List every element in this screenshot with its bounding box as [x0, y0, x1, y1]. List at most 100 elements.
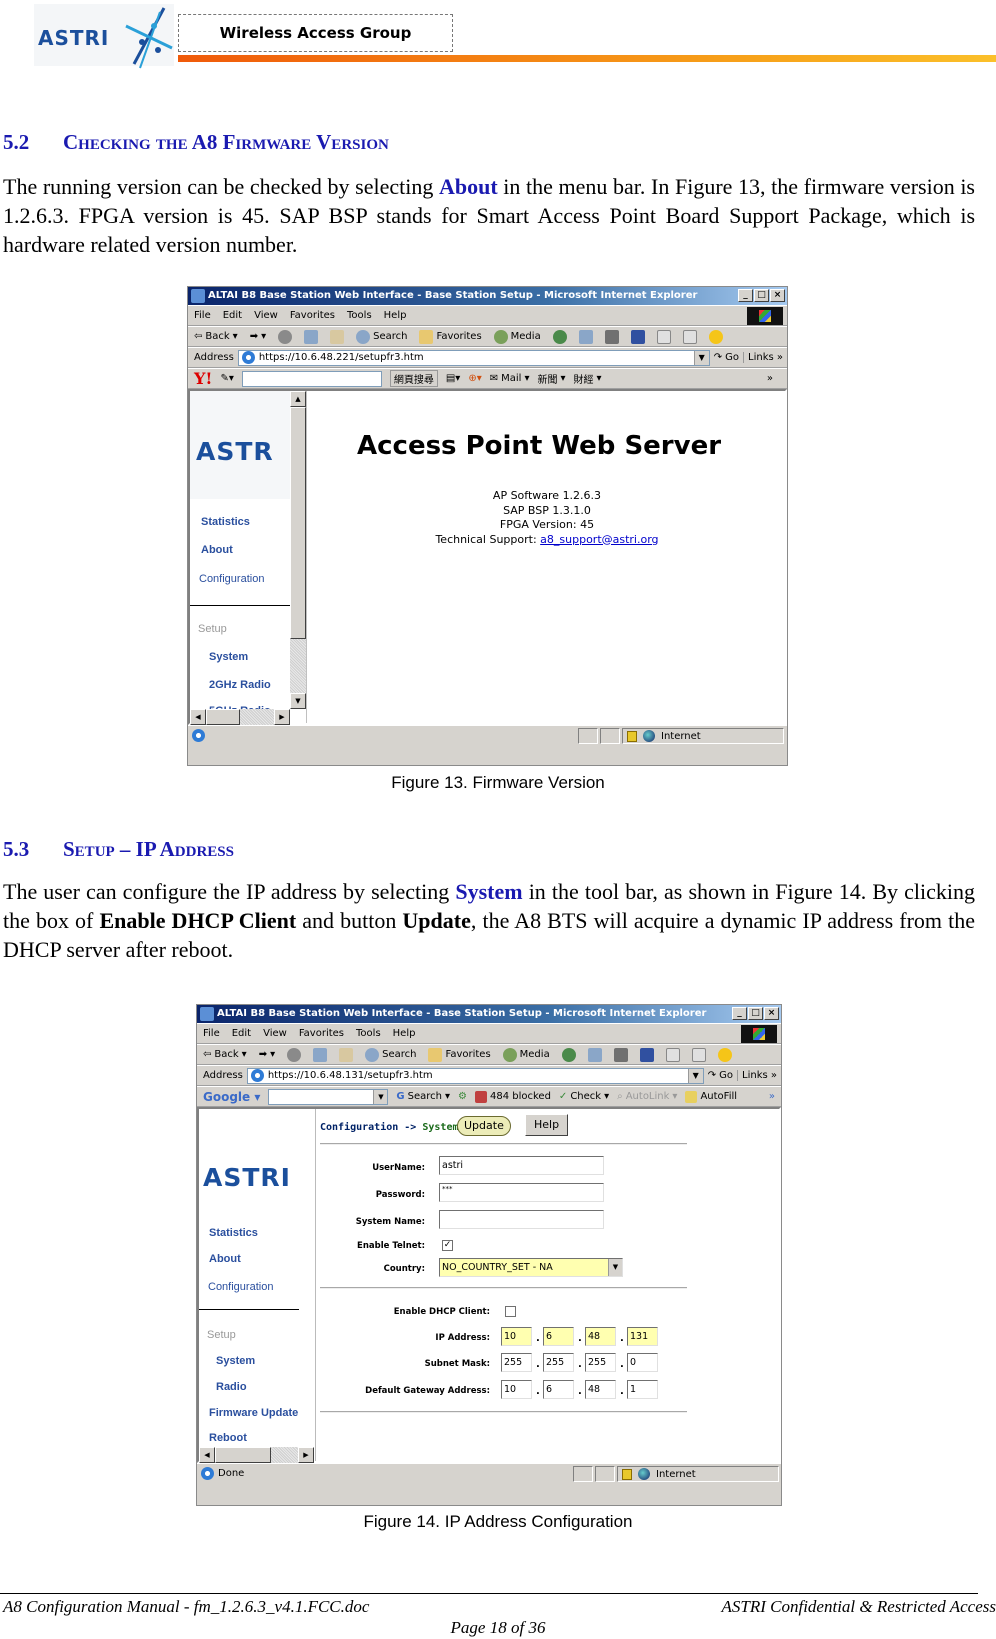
history-icon[interactable] [561, 1047, 576, 1062]
mask-octet-2[interactable]: 255 [543, 1353, 574, 1372]
nav-statistics[interactable]: Statistics [209, 1227, 258, 1239]
popup-blocker[interactable]: 484 blocked [474, 1090, 551, 1103]
search-button[interactable]: Search [356, 329, 407, 344]
country-select[interactable]: NO_COUNTRY_SET - NA ▼ [439, 1258, 623, 1277]
edit-icon[interactable] [665, 1047, 680, 1062]
address-dropdown[interactable]: ▼ [693, 350, 709, 365]
system-name-input[interactable] [439, 1210, 604, 1229]
menu-view[interactable]: View [263, 1028, 287, 1039]
edit-icon[interactable] [656, 329, 671, 344]
menu-edit[interactable]: Edit [232, 1028, 251, 1039]
layout-icon[interactable]: ▤▾ [446, 373, 460, 384]
google-search-button[interactable]: G Search ▾ [396, 1091, 450, 1102]
enable-telnet-checkbox[interactable]: ✓ [442, 1240, 453, 1251]
address-input[interactable]: https://10.6.48.221/setupfr3.htm ▼ [237, 349, 710, 366]
username-input[interactable]: astri [439, 1156, 604, 1175]
ip-octet-2[interactable]: 6 [543, 1327, 574, 1346]
scroll-down-icon[interactable]: ▼ [290, 693, 306, 709]
menu-favorites[interactable]: Favorites [299, 1028, 344, 1039]
menu-help[interactable]: Help [393, 1028, 416, 1039]
refresh-icon[interactable] [313, 1047, 328, 1062]
mask-octet-4[interactable]: 0 [627, 1353, 658, 1372]
back-button[interactable]: ⇦ Back ▾ [203, 1049, 247, 1060]
scroll-up-icon[interactable]: ▲ [290, 391, 306, 407]
close-button[interactable]: × [764, 1007, 779, 1020]
nav-2ghz-radio[interactable]: 2GHz Radio [209, 679, 271, 691]
mail-icon[interactable] [587, 1047, 602, 1062]
go-button[interactable]: ↷ Go [708, 1070, 733, 1081]
print-icon[interactable] [613, 1047, 628, 1062]
links-button[interactable]: Links » [743, 352, 787, 363]
scroll-thumb[interactable] [290, 407, 306, 639]
scroll-left-icon[interactable]: ◀ [199, 1447, 215, 1463]
close-button[interactable]: × [770, 289, 785, 302]
discuss-icon[interactable] [691, 1047, 706, 1062]
menu-help[interactable]: Help [384, 310, 407, 321]
gw-octet-1[interactable]: 10 [501, 1380, 532, 1399]
minimize-button[interactable]: _ [738, 289, 753, 302]
ip-octet-3[interactable]: 48 [585, 1327, 616, 1346]
menu-edit[interactable]: Edit [223, 310, 242, 321]
address-dropdown[interactable]: ▼ [687, 1068, 703, 1083]
hscroll-thumb[interactable] [206, 709, 240, 725]
nav-configuration[interactable]: Configuration [199, 573, 264, 585]
go-button[interactable]: ↷ Go [714, 352, 739, 363]
nav-system[interactable]: System [209, 651, 248, 663]
search-button[interactable]: Search [365, 1047, 416, 1062]
yahoo-logo[interactable]: Y! [194, 369, 212, 388]
yahoo-news-button[interactable]: 新聞 ▾ [537, 371, 565, 386]
google-logo[interactable]: Google ▾ [203, 1090, 260, 1104]
back-button[interactable]: ⇦ Back ▾ [194, 331, 238, 342]
messenger-smiley-icon[interactable] [717, 1047, 732, 1062]
nav-horizontal-scrollbar[interactable]: ◀ ▶ [199, 1447, 314, 1463]
target-icon[interactable]: ⊕▾ [468, 373, 481, 384]
autolink-button[interactable]: ⌕ AutoLink ▾ [617, 1091, 677, 1102]
more-chevron-icon[interactable]: » [769, 1091, 775, 1102]
home-icon[interactable] [339, 1047, 354, 1062]
pagerank-icon[interactable]: ⚙ [458, 1091, 467, 1102]
mask-octet-3[interactable]: 255 [585, 1353, 616, 1372]
mail-icon[interactable] [578, 329, 593, 344]
nav-system[interactable]: System [216, 1355, 255, 1367]
ip-octet-1[interactable]: 10 [501, 1327, 532, 1346]
minimize-button[interactable]: _ [732, 1007, 747, 1020]
nav-vertical-scrollbar[interactable]: ▲ ▼ [290, 391, 306, 709]
scroll-right-icon[interactable]: ▶ [274, 709, 290, 725]
yahoo-finance-button[interactable]: 財經 ▾ [574, 371, 602, 386]
nav-radio[interactable]: Radio [216, 1381, 247, 1393]
nav-configuration[interactable]: Configuration [208, 1281, 273, 1293]
gw-octet-3[interactable]: 48 [585, 1380, 616, 1399]
print-icon[interactable] [604, 329, 619, 344]
messenger-smiley-icon[interactable] [708, 329, 723, 344]
menu-file[interactable]: File [194, 310, 211, 321]
favorites-button[interactable]: Favorites [419, 329, 482, 344]
stop-icon[interactable] [278, 329, 293, 344]
media-button[interactable]: Media [502, 1047, 550, 1062]
spell-check-button[interactable]: ✓ Check ▾ [559, 1091, 609, 1102]
yahoo-mail-button[interactable]: ✉ Mail ▾ [490, 373, 530, 384]
media-button[interactable]: Media [493, 329, 541, 344]
nav-reboot[interactable]: Reboot [209, 1432, 247, 1444]
menu-view[interactable]: View [254, 310, 278, 321]
menu-file[interactable]: File [203, 1028, 220, 1039]
nav-about[interactable]: About [201, 544, 233, 556]
google-search-input[interactable]: ▼ [268, 1088, 389, 1105]
gw-octet-2[interactable]: 6 [543, 1380, 574, 1399]
history-icon[interactable] [552, 329, 567, 344]
menu-tools[interactable]: Tools [347, 310, 372, 321]
discuss-icon[interactable] [682, 329, 697, 344]
maximize-button[interactable]: □ [748, 1007, 763, 1020]
word-icon[interactable] [639, 1047, 654, 1062]
scroll-left-icon[interactable]: ◀ [190, 709, 206, 725]
favorites-button[interactable]: Favorites [428, 1047, 491, 1062]
forward-button[interactable]: ➡ ▾ [250, 331, 266, 342]
stop-icon[interactable] [287, 1047, 302, 1062]
word-icon[interactable] [630, 329, 645, 344]
mask-octet-1[interactable]: 255 [501, 1353, 532, 1372]
nav-firmware-update[interactable]: Firmware Update [209, 1407, 298, 1419]
update-button[interactable]: Update [457, 1116, 511, 1136]
links-button[interactable]: Links » [737, 1070, 781, 1081]
menu-favorites[interactable]: Favorites [290, 310, 335, 321]
google-search-dropdown[interactable]: ▼ [373, 1089, 388, 1104]
enable-dhcp-checkbox[interactable] [505, 1306, 516, 1317]
